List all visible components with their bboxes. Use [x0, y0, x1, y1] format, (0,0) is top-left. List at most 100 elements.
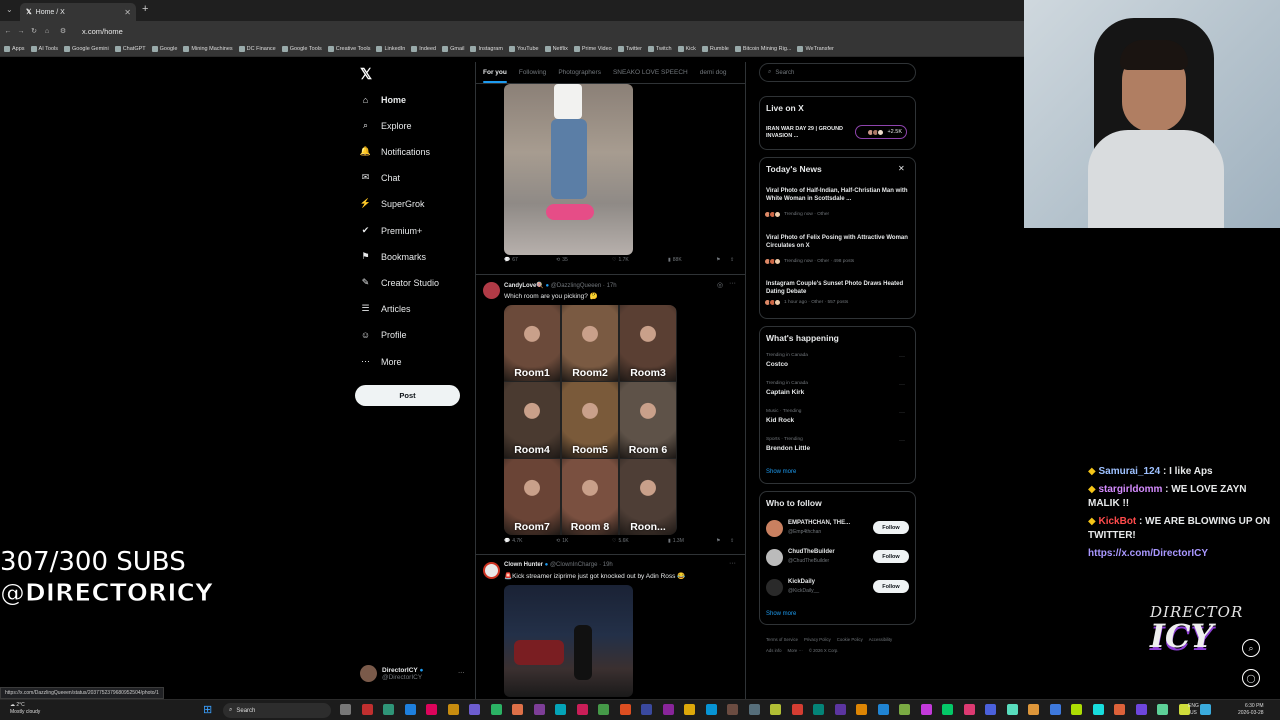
- follow-name[interactable]: ChudTheBuilder: [788, 549, 835, 555]
- post-stat[interactable]: 💬 67: [504, 257, 518, 263]
- bookmark-item[interactable]: AI Tools: [30, 45, 58, 52]
- bookmark-item[interactable]: Kick: [677, 45, 696, 52]
- nav-item-premium[interactable]: ✔ Premium+: [360, 225, 423, 236]
- bookmark-item[interactable]: Google: [151, 45, 177, 52]
- close-icon[interactable]: ✕: [898, 164, 905, 173]
- bookmark-item[interactable]: Instagram: [470, 45, 503, 52]
- tab-photographers[interactable]: Photographers: [558, 69, 601, 76]
- taskbar-app-icon[interactable]: [1092, 704, 1104, 715]
- back-icon[interactable]: ←: [3, 28, 13, 35]
- taskbar-app-icon[interactable]: [942, 704, 953, 715]
- bookmark-item[interactable]: YouTube: [508, 45, 539, 52]
- taskbar-app-icon[interactable]: [727, 704, 738, 715]
- reload-icon[interactable]: ↻: [29, 27, 39, 35]
- room-tile[interactable]: Room3: [620, 305, 676, 381]
- bookmark-item[interactable]: Google Tools: [281, 45, 322, 52]
- taskbar-app-icon[interactable]: [512, 704, 523, 715]
- tab-following[interactable]: Following: [519, 69, 546, 76]
- news-headline[interactable]: Viral Photo of Felix Posing with Attract…: [766, 234, 909, 250]
- taskbar-app-icon[interactable]: [469, 704, 480, 715]
- news-headline[interactable]: Viral Photo of Half-Indian, Half-Christi…: [766, 187, 909, 203]
- browser-tab[interactable]: 𝕏 Home / X ✕: [20, 3, 136, 21]
- room-tile[interactable]: Room5: [562, 382, 618, 458]
- x-logo-icon[interactable]: 𝕏: [360, 65, 372, 83]
- nav-item-chat[interactable]: ✉ Chat: [360, 172, 400, 183]
- follow-name[interactable]: KickDaily: [788, 579, 815, 585]
- taskbar-app-icon[interactable]: [791, 704, 803, 715]
- search-input[interactable]: ⌕ Search: [759, 63, 916, 82]
- bookmark-item[interactable]: Google Gemini: [64, 45, 109, 52]
- taskbar-app-icon[interactable]: [1049, 704, 1061, 715]
- nav-item-creator-studio[interactable]: ✎ Creator Studio: [360, 277, 439, 288]
- bookmark-item[interactable]: Bitcoin Mining Rig...: [734, 45, 791, 52]
- clock[interactable]: 6:30 PM 2026-03-28: [1238, 703, 1264, 716]
- taskbar-app-icon[interactable]: [705, 704, 717, 715]
- bookmark-item[interactable]: Prime Video: [573, 45, 612, 52]
- footer-link[interactable]: Ads info: [766, 646, 782, 657]
- site-info-icon[interactable]: ⚙: [58, 27, 68, 35]
- nav-item-bookmarks[interactable]: ⚑ Bookmarks: [360, 251, 426, 262]
- taskbar-app-icon[interactable]: [383, 704, 394, 715]
- footer-link[interactable]: Cookie Policy: [837, 635, 863, 646]
- trend-topic[interactable]: Kid Rock: [766, 417, 794, 424]
- bookmark-item[interactable]: ChatGPT: [114, 45, 146, 52]
- nav-item-articles[interactable]: ☰ Articles: [360, 303, 410, 314]
- footer-link[interactable]: Accessibility: [869, 635, 892, 646]
- taskbar-app-icon[interactable]: [877, 704, 889, 715]
- author-name[interactable]: CandyLove🍭: [504, 283, 544, 289]
- taskbar-app-icon[interactable]: [856, 704, 867, 715]
- avatar[interactable]: [766, 549, 783, 566]
- taskbar-app-icon[interactable]: [985, 704, 996, 715]
- room-tile[interactable]: Room 6: [620, 382, 676, 458]
- nav-item-notifications[interactable]: 🔔 Notifications: [360, 146, 430, 157]
- taskbar-app-icon[interactable]: [340, 704, 351, 715]
- forward-icon[interactable]: →: [16, 28, 26, 35]
- more-icon[interactable]: ···: [458, 669, 465, 676]
- author-handle[interactable]: @DazzlingQueeen · 17h: [551, 283, 617, 289]
- room-tile[interactable]: Room 8: [562, 459, 618, 535]
- language-indicator[interactable]: ENG US: [1188, 703, 1199, 716]
- bookmark-item[interactable]: Rumble: [701, 45, 729, 52]
- bookmark-icon[interactable]: ⚑: [716, 257, 720, 263]
- post-button[interactable]: Post: [355, 385, 460, 406]
- avatar[interactable]: [483, 562, 500, 579]
- bookmark-item[interactable]: Creative Tools: [327, 45, 370, 52]
- bookmark-item[interactable]: LinkedIn: [376, 45, 405, 52]
- nav-item-supergrok[interactable]: ⚡ SuperGrok: [360, 198, 425, 209]
- taskbar-app-icon[interactable]: [1157, 704, 1168, 715]
- room-tile[interactable]: Room1: [504, 305, 560, 381]
- taskbar-app-icon[interactable]: [1006, 704, 1018, 715]
- post-stat[interactable]: ⟲ 1K: [556, 538, 568, 544]
- trend-topic[interactable]: Captain Kirk: [766, 389, 804, 396]
- live-listeners-pill[interactable]: +2.5K: [855, 125, 907, 139]
- author-name[interactable]: Clown Hunter: [504, 562, 543, 568]
- post-image[interactable]: [504, 585, 633, 697]
- follow-button[interactable]: Follow: [873, 521, 909, 534]
- tab-for-you[interactable]: For you: [483, 69, 507, 83]
- taskbar-app-icon[interactable]: [1114, 704, 1125, 715]
- weather-widget[interactable]: ☁ 2°C Mostly cloudy: [10, 702, 40, 715]
- taskbar-app-icon[interactable]: [533, 704, 545, 715]
- room-tile[interactable]: Room4: [504, 382, 560, 458]
- post-stat[interactable]: ♡ 1.7K: [612, 257, 629, 263]
- post-image-grid[interactable]: Room1 Room2 Room3 Room4 Room5 Room 6 Room7 Room…: [504, 305, 677, 535]
- taskbar-app-icon[interactable]: [426, 704, 437, 715]
- taskbar-app-icon[interactable]: [1028, 704, 1039, 715]
- follow-button[interactable]: Follow: [873, 580, 909, 593]
- show-more-link[interactable]: Show more: [766, 611, 796, 617]
- nav-item-more[interactable]: ⋯ More: [360, 356, 402, 367]
- bookmark-item[interactable]: WeTransfer: [797, 45, 834, 52]
- more-icon[interactable]: ···: [729, 560, 736, 567]
- more-icon[interactable]: ···: [899, 354, 905, 360]
- taskbar-app-icon[interactable]: [576, 704, 588, 715]
- taskbar-app-icon[interactable]: [899, 704, 910, 715]
- taskbar-app-icon[interactable]: [1135, 704, 1147, 715]
- grok-icon[interactable]: ◎: [717, 281, 723, 289]
- follow-button[interactable]: Follow: [873, 550, 909, 563]
- taskbar-app-icon[interactable]: [834, 704, 846, 715]
- taskbar-app-icon[interactable]: [684, 704, 695, 715]
- new-tab-icon[interactable]: +: [142, 3, 148, 15]
- url-field[interactable]: x.com/home: [82, 27, 123, 36]
- bookmark-icon[interactable]: ⚑: [716, 538, 720, 544]
- taskbar-app-icon[interactable]: [920, 704, 932, 715]
